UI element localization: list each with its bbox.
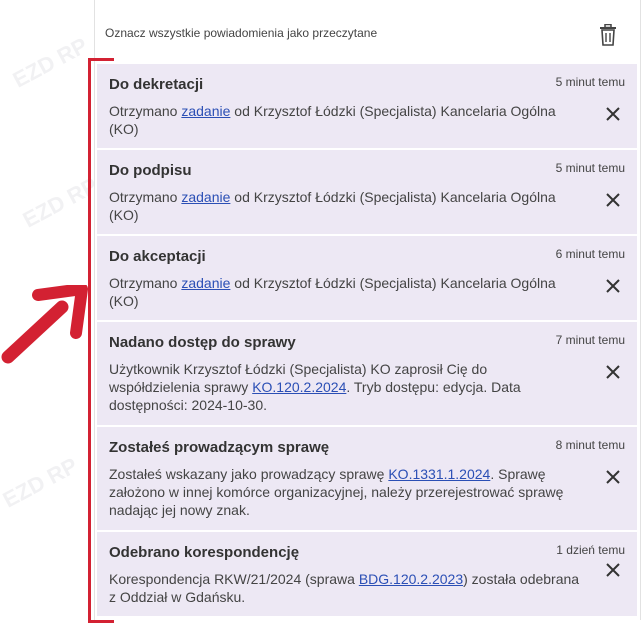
close-icon[interactable]	[605, 192, 621, 208]
notification-title: Odebrano korespondencję	[109, 544, 300, 561]
notification-time: 7 minut temu	[555, 333, 625, 347]
notification-item[interactable]: Zostałeś prowadzącym sprawę 8 minut temu…	[97, 427, 637, 532]
task-link[interactable]: zadanie	[181, 103, 230, 119]
task-link[interactable]: zadanie	[181, 189, 230, 205]
notification-item[interactable]: Odebrano korespondencję 1 dzień temu Kor…	[97, 532, 637, 618]
notification-title: Do dekretacji	[109, 76, 204, 93]
notification-title: Do podpisu	[109, 162, 192, 179]
notifications-panel: Oznacz wszystkie powiadomienia jako prze…	[94, 0, 641, 620]
close-icon[interactable]	[605, 364, 621, 380]
case-link[interactable]: KO.120.2.2024	[252, 379, 346, 395]
notification-title: Nadano dostęp do sprawy	[109, 334, 296, 351]
case-link[interactable]: BDG.120.2.2023	[359, 571, 463, 587]
notification-item[interactable]: Do podpisu 5 minut temu Otrzymano zadani…	[97, 150, 637, 236]
notification-body: Zostałeś wskazany jako prowadzący sprawę…	[109, 465, 581, 519]
case-link[interactable]: KO.1331.1.2024	[388, 466, 490, 482]
annotation-bracket-top	[88, 58, 114, 61]
mark-all-read-link[interactable]: Oznacz wszystkie powiadomienia jako prze…	[105, 26, 377, 40]
notification-item[interactable]: Nadano dostęp do sprawy 7 minut temu Uży…	[97, 322, 637, 427]
notification-body: Otrzymano zadanie od Krzysztof Łódzki (S…	[109, 188, 581, 224]
close-icon[interactable]	[605, 278, 621, 294]
notification-text: Otrzymano	[109, 103, 182, 119]
watermark: EZD RP	[0, 452, 82, 513]
notification-item[interactable]: Do dekretacji 5 minut temu Otrzymano zad…	[97, 64, 637, 150]
notifications-header: Oznacz wszystkie powiadomienia jako prze…	[95, 0, 640, 64]
notification-body: Użytkownik Krzysztof Łódzki (Specjalista…	[109, 360, 581, 414]
notification-body: Korespondencja RKW/21/2024 (sprawa BDG.1…	[109, 570, 581, 606]
annotation-arrow-icon	[1, 285, 88, 364]
notification-time: 5 minut temu	[555, 161, 625, 175]
notification-time: 6 minut temu	[555, 247, 625, 261]
trash-icon[interactable]	[598, 24, 618, 46]
notification-time: 5 minut temu	[555, 75, 625, 89]
notification-item[interactable]: Do akceptacji 6 minut temu Otrzymano zad…	[97, 236, 637, 322]
close-icon[interactable]	[605, 106, 621, 122]
close-icon[interactable]	[605, 469, 621, 485]
annotation-bracket-bottom	[88, 620, 114, 623]
notification-time: 8 minut temu	[555, 438, 625, 452]
notification-list: Do dekretacji 5 minut temu Otrzymano zad…	[97, 64, 637, 618]
task-link[interactable]: zadanie	[181, 275, 230, 291]
notification-text: Otrzymano	[109, 275, 182, 291]
watermark: EZD RP	[8, 32, 92, 93]
notification-time: 1 dzień temu	[556, 543, 625, 557]
notification-title: Zostałeś prowadzącym sprawę	[109, 439, 330, 456]
notification-text: Korespondencja RKW/21/2024 (sprawa	[109, 571, 359, 587]
notification-title: Do akceptacji	[109, 248, 206, 265]
notification-body: Otrzymano zadanie od Krzysztof Łódzki (S…	[109, 102, 581, 138]
notification-text: Otrzymano	[109, 189, 182, 205]
close-icon[interactable]	[605, 562, 621, 578]
notification-text: Zostałeś wskazany jako prowadzący sprawę	[109, 466, 389, 482]
notification-body: Otrzymano zadanie od Krzysztof Łódzki (S…	[109, 274, 581, 310]
